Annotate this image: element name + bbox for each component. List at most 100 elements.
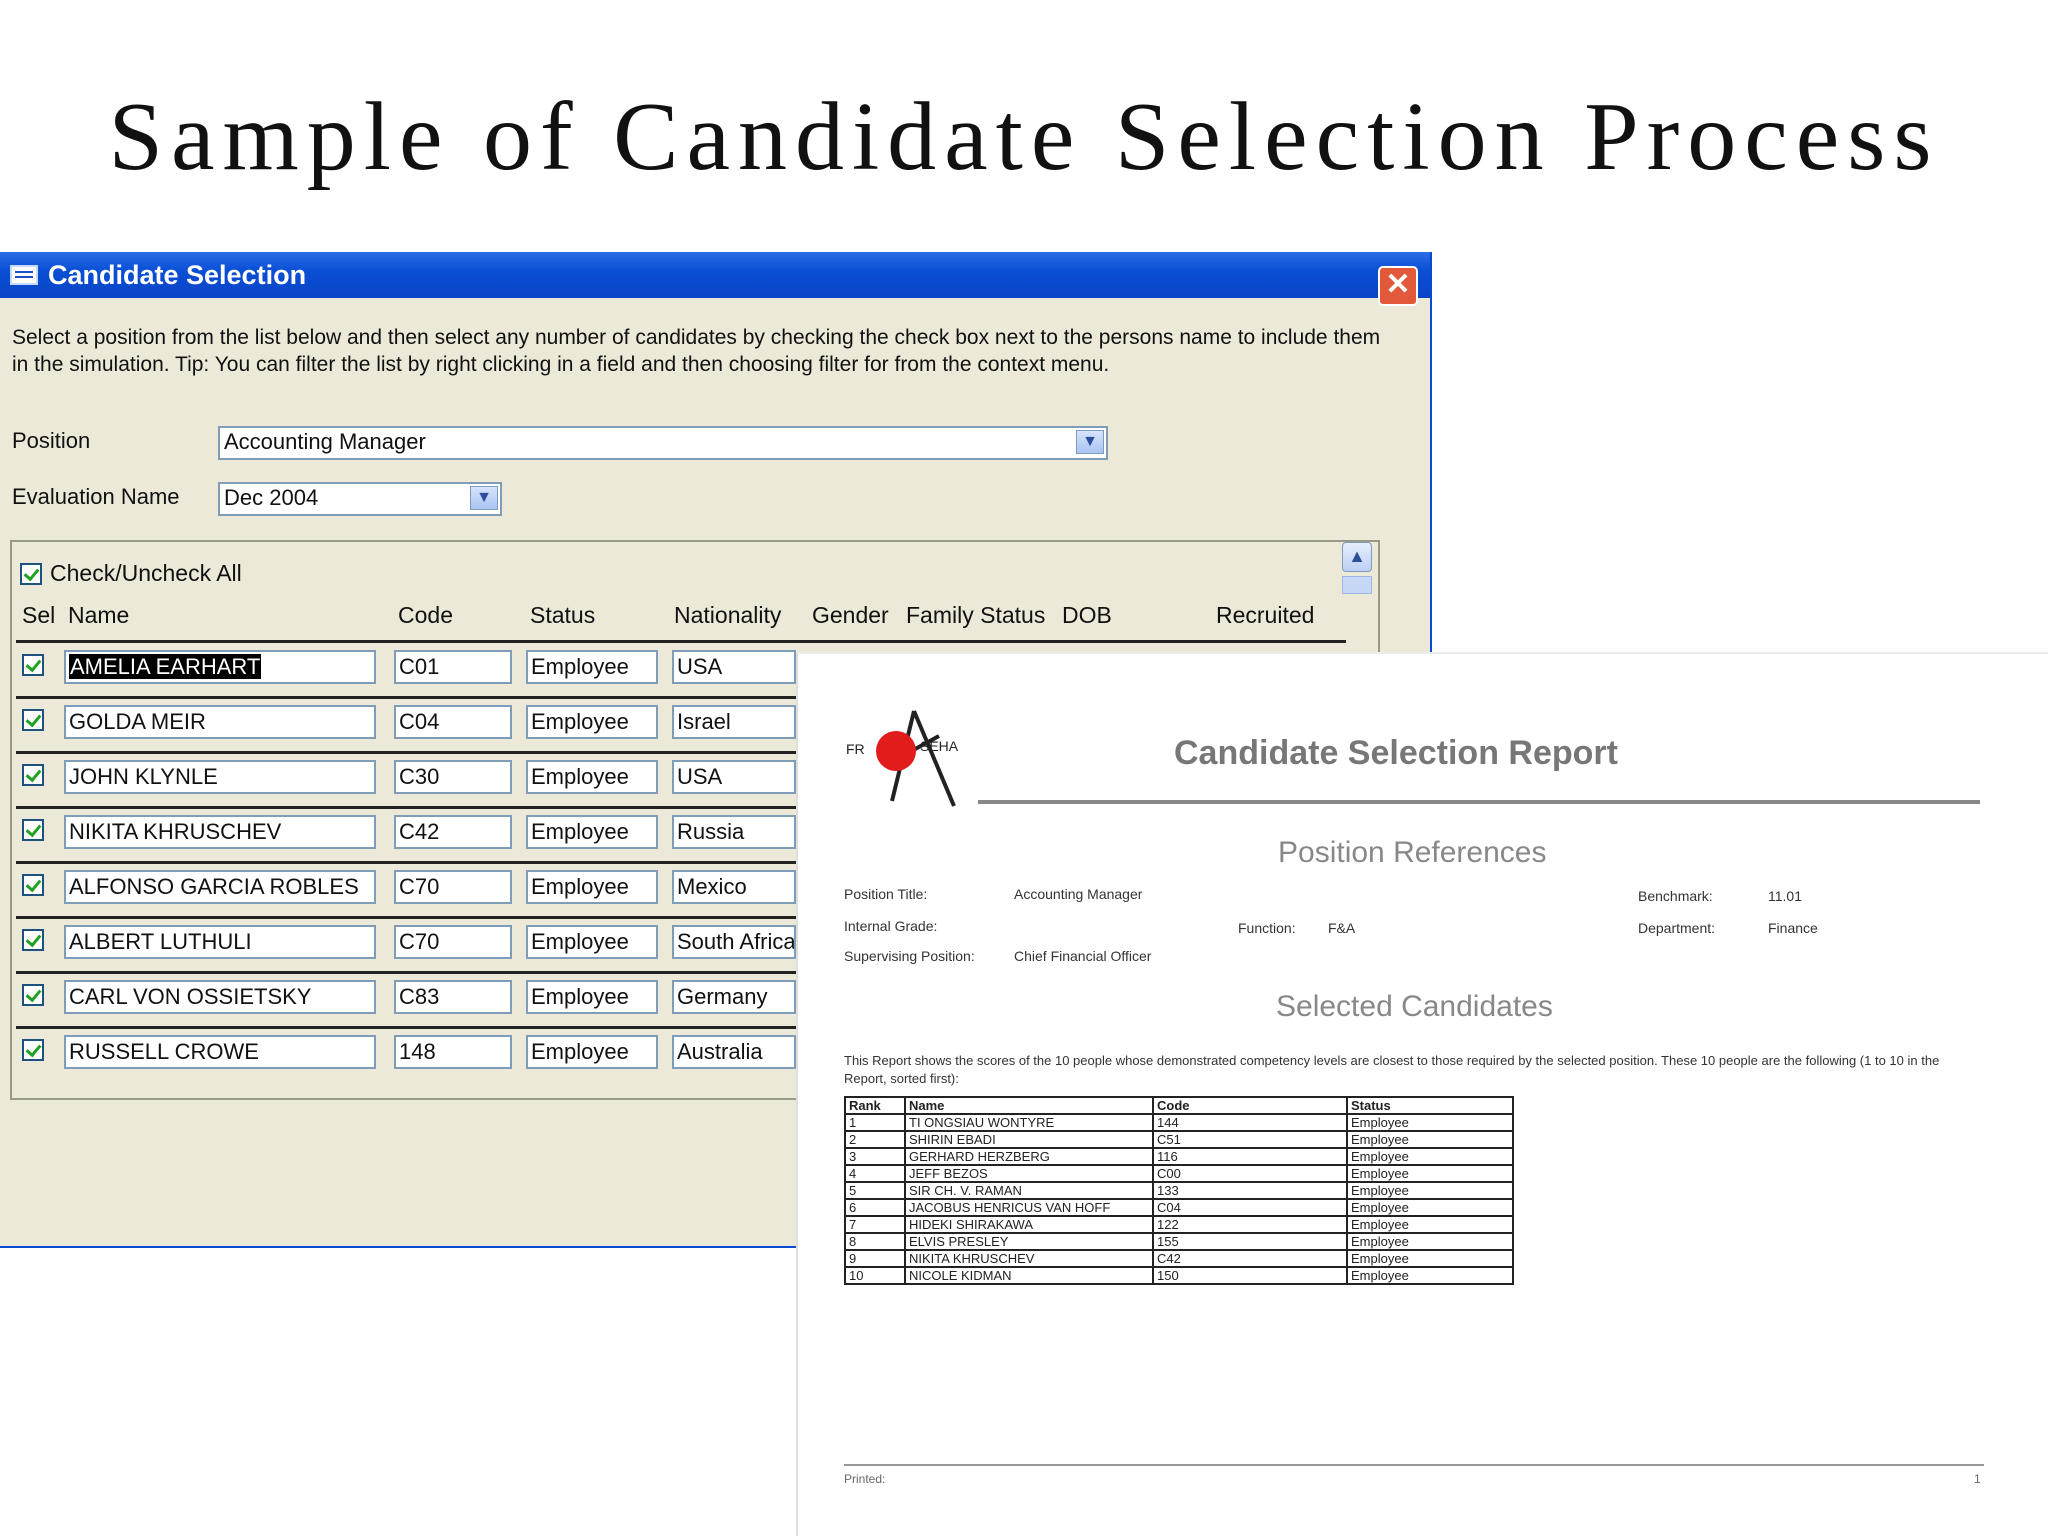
status-cell[interactable]: Employee — [526, 815, 658, 849]
row-select-checkbox[interactable] — [22, 929, 44, 951]
chevron-down-icon[interactable]: ▼ — [1076, 430, 1104, 454]
column-header-sel: Sel — [22, 602, 56, 628]
status-cell[interactable]: Employee — [526, 1035, 658, 1069]
name-cell[interactable]: ALBERT LUTHULI — [64, 925, 376, 959]
position-references-heading: Position References — [1278, 836, 1547, 869]
name-cell[interactable]: JOHN KLYNLE — [64, 760, 376, 794]
code-cell[interactable]: C30 — [394, 760, 512, 794]
position-label: Position — [12, 428, 91, 453]
form-icon — [10, 265, 38, 285]
row-select-checkbox[interactable] — [22, 984, 44, 1006]
selected-candidates-table: Rank Name Code Status 1 TI ONGSIAU WONTYR… — [844, 1096, 1514, 1285]
vertical-scrollbar[interactable]: ▲ — [1342, 542, 1372, 602]
nationality-cell[interactable]: USA — [672, 760, 796, 794]
name-cell: GERHARD HERZBERG — [904, 1147, 1154, 1166]
rank-cell: 7 — [844, 1215, 906, 1234]
table-row: 2 SHIRIN EBADI C51 Employee — [844, 1130, 1514, 1149]
status-cell[interactable]: Employee — [526, 760, 658, 794]
window-title: Candidate Selection — [48, 259, 307, 290]
chevron-down-icon[interactable]: ▼ — [470, 486, 498, 510]
check-all-label: Check/Uncheck All — [50, 560, 242, 586]
code-cell[interactable]: C01 — [394, 650, 512, 684]
status-cell[interactable]: Employee — [526, 925, 658, 959]
candidate-selection-report: FR SEHA Candidate Selection Report Posit… — [796, 652, 2048, 1536]
evaluation-select-value: Dec 2004 — [224, 485, 319, 510]
name-cell: NICOLE KIDMAN — [904, 1266, 1154, 1285]
row-select-checkbox[interactable] — [22, 764, 44, 786]
nationality-cell[interactable]: Russia — [672, 815, 796, 849]
rank-cell: 2 — [844, 1130, 906, 1149]
code-cell[interactable]: C83 — [394, 980, 512, 1014]
evaluation-select[interactable]: Dec 2004 ▼ — [218, 482, 502, 516]
position-title-value: Accounting Manager — [1014, 886, 1143, 902]
nationality-cell[interactable]: Germany — [672, 980, 796, 1014]
department-value: Finance — [1768, 920, 1818, 936]
name-cell[interactable]: AMELIA EARHART — [64, 650, 376, 684]
code-cell: 133 — [1152, 1181, 1348, 1200]
code-cell: C42 — [1152, 1249, 1348, 1268]
table-row: 7 HIDEKI SHIRAKAWA 122 Employee — [844, 1215, 1514, 1234]
table-header-row: Rank Name Code Status — [844, 1096, 1514, 1115]
rank-cell: 6 — [844, 1198, 906, 1217]
logo-text-right: SEHA — [920, 738, 959, 754]
name-cell[interactable]: RUSSELL CROWE — [64, 1035, 376, 1069]
code-cell: 116 — [1152, 1147, 1348, 1166]
name-cell: SHIRIN EBADI — [904, 1130, 1154, 1149]
status-cell: Employee — [1346, 1266, 1514, 1285]
name-cell: HIDEKI SHIRAKAWA — [904, 1215, 1154, 1234]
code-cell[interactable]: C70 — [394, 870, 512, 904]
status-cell: Employee — [1346, 1147, 1514, 1166]
column-header-recruited: Recruited — [1216, 602, 1315, 628]
report-description: This Report shows the scores of the 10 p… — [844, 1053, 1940, 1086]
status-cell: Employee — [1346, 1232, 1514, 1251]
name-cell: JACOBUS HENRICUS VAN HOFF — [904, 1198, 1154, 1217]
status-cell: Employee — [1346, 1113, 1514, 1132]
window-titlebar[interactable]: Candidate Selection — [0, 252, 1430, 298]
code-cell[interactable]: C04 — [394, 705, 512, 739]
nationality-cell[interactable]: Mexico — [672, 870, 796, 904]
column-header-nationality: Nationality — [674, 602, 782, 628]
nationality-cell[interactable]: South Africa — [672, 925, 796, 959]
rank-cell: 8 — [844, 1232, 906, 1251]
code-cell[interactable]: 148 — [394, 1035, 512, 1069]
column-header-family-status: Family Status — [906, 602, 1046, 628]
code-cell[interactable]: C70 — [394, 925, 512, 959]
row-select-checkbox[interactable] — [22, 1039, 44, 1061]
code-cell[interactable]: C42 — [394, 815, 512, 849]
status-cell: Employee — [1346, 1249, 1514, 1268]
nationality-cell[interactable]: Australia — [672, 1035, 796, 1069]
check-all-toggle[interactable]: Check/Uncheck All — [20, 560, 242, 587]
name-cell[interactable]: CARL VON OSSIETSKY — [64, 980, 376, 1014]
nationality-cell[interactable]: Israel — [672, 705, 796, 739]
row-select-checkbox[interactable] — [22, 654, 44, 676]
name-cell[interactable]: GOLDA MEIR — [64, 705, 376, 739]
row-select-checkbox[interactable] — [22, 819, 44, 841]
close-icon[interactable]: ✕ — [1378, 266, 1418, 306]
benchmark-value: 11.01 — [1768, 888, 1802, 904]
chevron-up-icon[interactable]: ▲ — [1342, 542, 1372, 572]
supervising-position-label: Supervising Position: — [844, 948, 975, 964]
scroll-thumb[interactable] — [1342, 576, 1372, 594]
column-header-gender: Gender — [812, 602, 889, 628]
row-select-checkbox[interactable] — [22, 709, 44, 731]
column-header-dob: DOB — [1062, 602, 1112, 628]
name-cell: NIKITA KHRUSCHEV — [904, 1249, 1154, 1268]
status-cell: Employee — [1346, 1164, 1514, 1183]
status-cell[interactable]: Employee — [526, 705, 658, 739]
name-cell[interactable]: ALFONSO GARCIA ROBLES — [64, 870, 376, 904]
check-all-checkbox[interactable] — [20, 562, 42, 585]
table-row: 8 ELVIS PRESLEY 155 Employee — [844, 1232, 1514, 1251]
table-row: 6 JACOBUS HENRICUS VAN HOFF C04 Employee — [844, 1198, 1514, 1217]
header-name: Name — [904, 1096, 1154, 1115]
nationality-cell[interactable]: USA — [672, 650, 796, 684]
status-cell: Employee — [1346, 1130, 1514, 1149]
code-cell: 150 — [1152, 1266, 1348, 1285]
header-rank: Rank — [844, 1096, 906, 1115]
name-cell[interactable]: NIKITA KHRUSCHEV — [64, 815, 376, 849]
status-cell[interactable]: Employee — [526, 870, 658, 904]
status-cell[interactable]: Employee — [526, 980, 658, 1014]
status-cell[interactable]: Employee — [526, 650, 658, 684]
row-select-checkbox[interactable] — [22, 874, 44, 896]
rank-cell: 5 — [844, 1181, 906, 1200]
position-select[interactable]: Accounting Manager ▼ — [218, 426, 1108, 460]
